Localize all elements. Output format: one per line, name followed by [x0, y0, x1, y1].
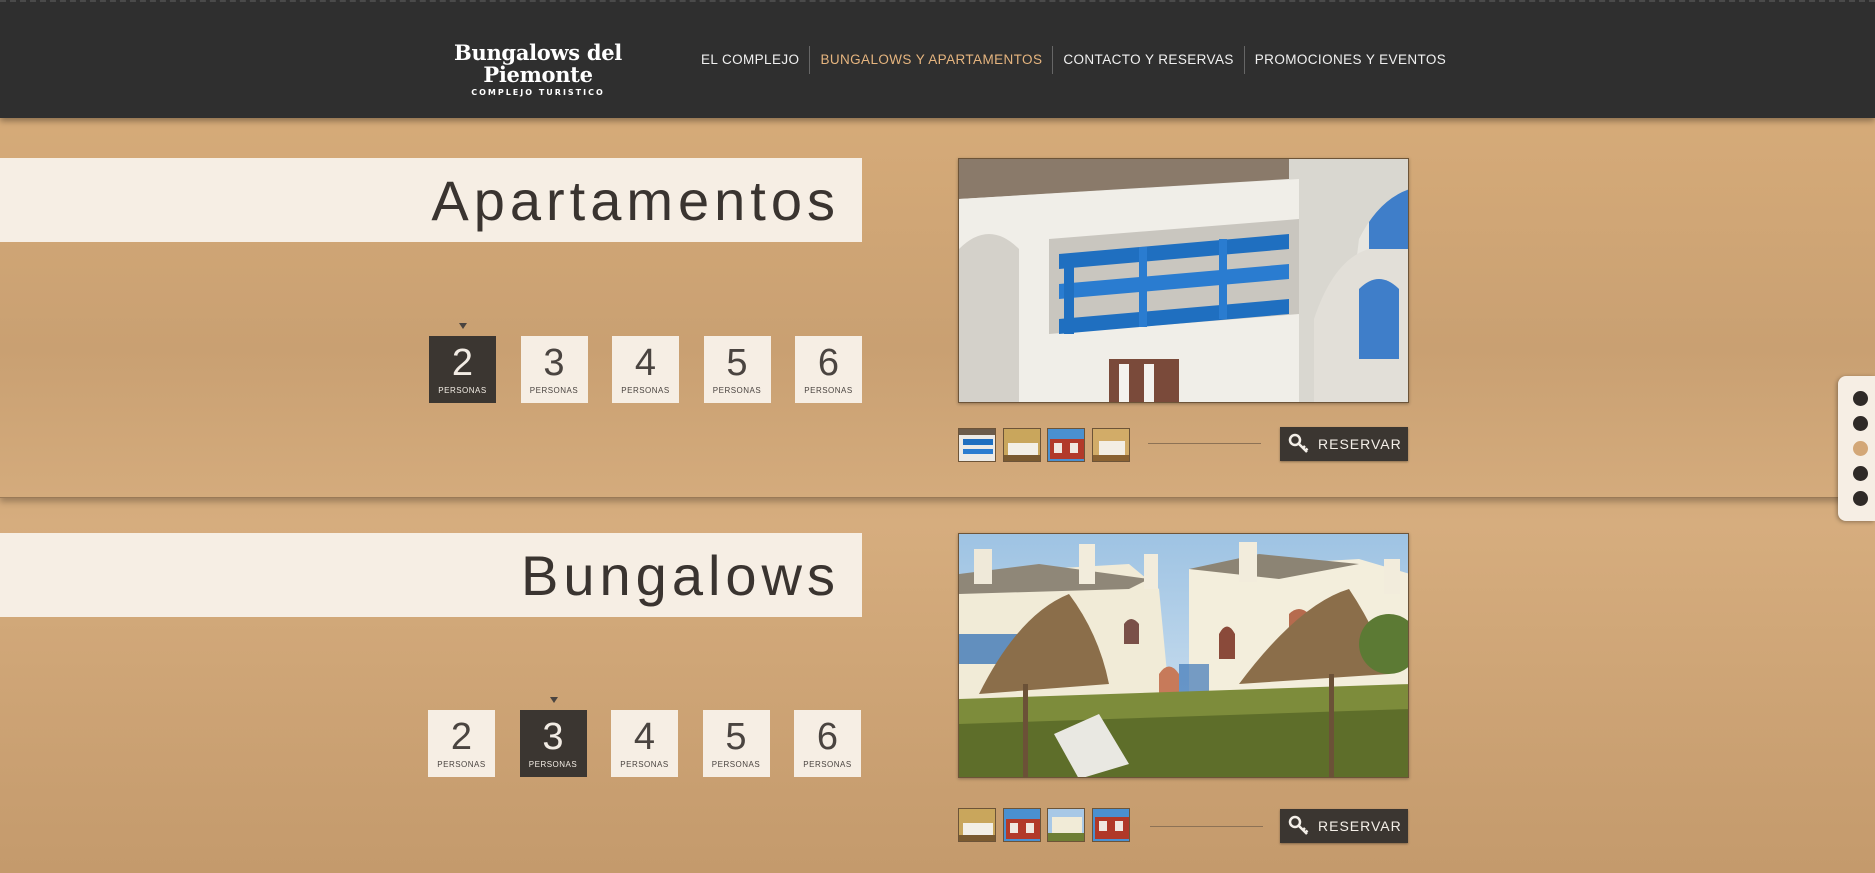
persons-label: PERSONAS	[621, 386, 670, 395]
nav-el-complejo[interactable]: EL COMPLEJO	[690, 46, 809, 74]
persons-number: 4	[633, 716, 656, 758]
persons-option-6[interactable]: 6 PERSONAS	[794, 710, 861, 777]
persons-number: 6	[816, 716, 839, 758]
reserve-label: RESERVAR	[1318, 818, 1402, 834]
thumbnail-image	[1003, 809, 1040, 841]
persons-number: 5	[726, 342, 748, 384]
persons-option-3[interactable]: 3 PERSONAS	[519, 697, 587, 777]
nav-contacto-reservas[interactable]: CONTACTO Y RESERVAS	[1052, 46, 1243, 74]
persons-option-2[interactable]: 2 PERSONAS	[428, 710, 495, 777]
dot-nav-5[interactable]	[1853, 491, 1868, 506]
persons-label: PERSONAS	[620, 760, 669, 769]
thumbnail-2[interactable]	[1002, 428, 1041, 462]
thumbnail-image	[1092, 809, 1129, 841]
thumbnail-1[interactable]	[958, 808, 996, 842]
persons-number: 6	[817, 342, 840, 384]
divider-line	[1148, 443, 1261, 444]
dot-nav-3[interactable]	[1853, 441, 1868, 456]
persons-number: 2	[450, 716, 473, 758]
key-icon	[1280, 815, 1318, 837]
thumbnail-image	[1048, 809, 1084, 841]
persons-label: PERSONAS	[438, 386, 487, 395]
persons-selector: 2 PERSONAS 3 PERSONAS 4 PERSONAS 5 PERSO…	[428, 697, 886, 777]
section-title-band: Apartamentos	[0, 158, 862, 242]
dot-nav-4[interactable]	[1853, 466, 1868, 481]
dot-nav-2[interactable]	[1853, 416, 1868, 431]
reserve-button[interactable]: RESERVAR	[1280, 427, 1408, 461]
thumbnail-image	[959, 429, 995, 461]
reserve-label: RESERVAR	[1318, 436, 1402, 452]
bungalow-photo-image	[959, 534, 1408, 777]
logo-subtitle: COMPLEJO TURISTICO	[471, 88, 605, 97]
persons-option-4[interactable]: 4 PERSONAS	[612, 336, 679, 403]
thumbnail-4[interactable]	[1091, 428, 1130, 462]
thumbnail-4[interactable]	[1091, 808, 1130, 842]
thumbnail-image	[1092, 429, 1129, 461]
section-title-band: Bungalows	[0, 533, 862, 617]
thumbnail-3[interactable]	[1047, 808, 1085, 842]
key-icon	[1280, 433, 1318, 455]
persons-number: 3	[542, 716, 564, 758]
photo-thumbnails	[958, 428, 1136, 462]
persons-number: 2	[451, 342, 474, 384]
persons-option-4[interactable]: 4 PERSONAS	[611, 710, 678, 777]
persons-selector: 2 PERSONAS 3 PERSONAS 4 PERSONAS 5 PERSO…	[429, 323, 887, 403]
thumbnail-image	[1048, 429, 1084, 461]
persons-option-2[interactable]: 2 PERSONAS	[429, 323, 496, 403]
thumbnail-3[interactable]	[1047, 428, 1085, 462]
thumbnail-1[interactable]	[958, 428, 996, 462]
thumbnail-2[interactable]	[1002, 808, 1041, 842]
persons-number: 3	[543, 342, 565, 384]
nav-promociones-eventos[interactable]: PROMOCIONES Y EVENTOS	[1243, 46, 1456, 74]
section-title: Bungalows	[521, 543, 840, 607]
persons-number: 5	[725, 716, 747, 758]
thumbnail-image	[1003, 429, 1040, 461]
persons-option-6[interactable]: 6 PERSONAS	[795, 336, 862, 403]
persons-option-5[interactable]: 5 PERSONAS	[702, 710, 770, 777]
persons-label: PERSONAS	[528, 760, 578, 769]
persons-number: 4	[634, 342, 657, 384]
photo-thumbnails	[958, 808, 1136, 842]
persons-option-3[interactable]: 3 PERSONAS	[520, 336, 588, 403]
bungalow-photo	[958, 533, 1409, 778]
logo-title: Bungalows del Piemonte	[454, 40, 622, 87]
section-apartamentos: Apartamentos 2 PERSONAS 3 PERSONAS 4 PER…	[0, 118, 1875, 498]
divider-line	[1150, 826, 1263, 827]
persons-label: PERSONAS	[437, 760, 486, 769]
apartment-photo-image	[959, 159, 1408, 402]
persons-label: PERSONAS	[803, 760, 852, 769]
persons-label: PERSONAS	[529, 386, 579, 395]
dot-nav-1[interactable]	[1853, 391, 1868, 406]
section-dot-nav	[1838, 376, 1875, 521]
top-header: Bungalows del Piemonte COMPLEJO TURISTIC…	[0, 0, 1875, 118]
persons-option-5[interactable]: 5 PERSONAS	[703, 336, 771, 403]
nav-bungalows-apartamentos[interactable]: BUNGALOWS Y APARTAMENTOS	[809, 46, 1052, 74]
section-title: Apartamentos	[431, 168, 840, 232]
section-bungalows: Bungalows 2 PERSONAS 3 PERSONAS 4 PERSON…	[0, 500, 1875, 873]
persons-label: PERSONAS	[712, 386, 762, 395]
reserve-button[interactable]: RESERVAR	[1280, 809, 1408, 843]
main-nav: EL COMPLEJO BUNGALOWS Y APARTAMENTOS CON…	[690, 46, 1456, 74]
apartment-photo	[958, 158, 1409, 403]
persons-label: PERSONAS	[711, 760, 761, 769]
thumbnail-image	[959, 809, 995, 841]
site-logo[interactable]: Bungalows del Piemonte COMPLEJO TURISTIC…	[428, 40, 648, 98]
persons-label: PERSONAS	[804, 386, 853, 395]
